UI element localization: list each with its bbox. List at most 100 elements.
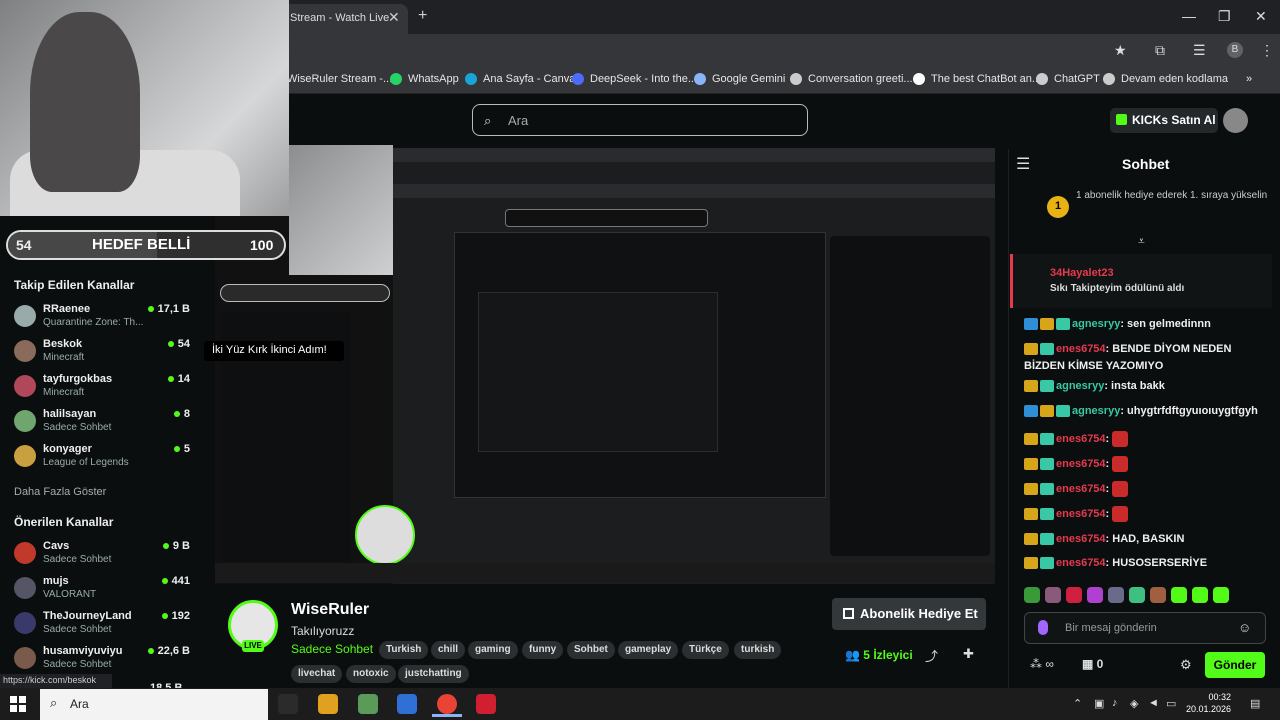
share-icon[interactable]: ⤴	[925, 646, 938, 665]
gift-icon	[843, 608, 854, 619]
emote-icon[interactable]	[1150, 587, 1166, 603]
tray-volume-icon[interactable]: ◄	[1148, 697, 1159, 709]
tray-device-icon[interactable]: ▣	[1094, 697, 1104, 710]
bookmark-item[interactable]: ChatGPT	[1036, 73, 1100, 85]
emote-icon[interactable]	[1066, 587, 1082, 603]
tag[interactable]: Türkçe	[682, 641, 729, 659]
chat-settings-icon[interactable]: ⚙	[1180, 657, 1192, 673]
emote-icon[interactable]	[1213, 587, 1229, 603]
channel-item[interactable]: Beskok Minecraft 54	[14, 338, 194, 372]
tag[interactable]: livechat	[291, 665, 343, 683]
tag[interactable]: notoxic	[346, 665, 396, 683]
bookmark-item[interactable]: Devam eden kodlama	[1103, 73, 1228, 85]
windows-start-icon[interactable]	[10, 696, 26, 712]
file-explorer-icon[interactable]	[318, 694, 338, 714]
media-control-icon[interactable]: ☰	[1193, 42, 1206, 59]
menu-icon[interactable]: ⋮	[1260, 42, 1274, 59]
taskbar-clock[interactable]: 00:32 20.01.2026	[1186, 691, 1231, 715]
tag[interactable]: chill	[431, 641, 466, 659]
channel-item[interactable]: TheJourneyLand Sadece Sohbet 192	[14, 610, 194, 644]
tag[interactable]: Turkish	[379, 641, 429, 659]
emote-icon[interactable]	[1024, 587, 1040, 603]
tag[interactable]: funny	[522, 641, 564, 659]
channel-item[interactable]: RRaenee Quarantine Zone: Th... 17,1 B	[14, 303, 194, 337]
chatgpt-icon	[1036, 73, 1048, 85]
channel-item[interactable]: konyager League of Legends 5	[14, 443, 194, 477]
follow-icon[interactable]: ✚	[963, 646, 974, 662]
tray-mic-icon[interactable]: ♪	[1112, 697, 1118, 709]
emote-icon[interactable]	[1171, 587, 1187, 603]
nested-screen-deep	[478, 292, 718, 452]
channel-item[interactable]: Cavs Sadece Sohbet 9 B	[14, 540, 194, 574]
emote-icon[interactable]	[1087, 587, 1103, 603]
show-more-link[interactable]: Daha Fazla Göster	[14, 486, 106, 498]
tag[interactable]: justchatting	[398, 665, 469, 683]
bookmark-item[interactable]: Google Gemini	[694, 73, 785, 85]
tag[interactable]: gameplay	[618, 641, 679, 659]
channel-item[interactable]: halilsayan Sadece Sohbet 8	[14, 408, 194, 442]
maximize-icon[interactable]: ❐	[1218, 8, 1231, 25]
recorder-icon[interactable]	[476, 694, 496, 714]
channel-item[interactable]: mujs VALORANT 441	[14, 575, 194, 609]
chat-username[interactable]: agnesryy	[1072, 405, 1120, 417]
kicks-chat-icon[interactable]: ⁂ ∞	[1030, 657, 1054, 671]
close-window-icon[interactable]: ✕	[1255, 8, 1267, 25]
profile-icon[interactable]: B	[1227, 42, 1243, 58]
new-tab-button[interactable]: +	[418, 7, 427, 25]
emote-icon[interactable]	[1129, 587, 1145, 603]
chat-username[interactable]: agnesryy	[1072, 318, 1120, 330]
chat-username[interactable]: enes6754	[1056, 508, 1106, 520]
tab-close-icon[interactable]: ✕	[388, 9, 400, 26]
emote-icon[interactable]	[1192, 587, 1208, 603]
streamer-name[interactable]: WiseRuler	[291, 601, 369, 619]
bookmark-item[interactable]: WiseRuler Stream -...	[287, 73, 392, 85]
bookmark-item[interactable]: Ana Sayfa - Canva	[465, 73, 575, 85]
send-button[interactable]: Gönder	[1205, 652, 1265, 678]
chat-username[interactable]: enes6754	[1056, 433, 1106, 445]
viewer-count-value: 14	[177, 373, 190, 385]
chat-input[interactable]: Bir mesaj gönderin	[1024, 612, 1266, 644]
app-icon[interactable]	[358, 694, 378, 714]
emote-icon[interactable]	[1045, 587, 1061, 603]
chat-username[interactable]: enes6754	[1056, 557, 1106, 569]
expand-pinned-icon[interactable]: ⩡	[1138, 234, 1145, 249]
bookmark-item[interactable]: The best ChatBot an...	[913, 73, 1041, 85]
chat-username[interactable]: enes6754	[1056, 533, 1106, 545]
taskbar-search[interactable]: Ara	[40, 689, 268, 720]
bookmark-item[interactable]: Conversation greeti...	[790, 73, 913, 85]
bookmark-item[interactable]: WhatsApp	[390, 73, 459, 85]
extensions-icon[interactable]: ⧉	[1155, 42, 1165, 59]
kicks-icon	[1116, 114, 1127, 125]
stream-category[interactable]: Sadece Sohbet	[291, 642, 373, 656]
minimize-icon[interactable]: —	[1182, 8, 1196, 24]
chat-username[interactable]: enes6754	[1056, 458, 1106, 470]
pinned-banner[interactable]: 1 abonelik hediye ederek 1. sıraya yükse…	[1076, 190, 1276, 202]
tag[interactable]: Sohbet	[567, 641, 615, 659]
microphone-icon	[1038, 620, 1048, 635]
bookmark-star-icon[interactable]: ★	[1114, 42, 1127, 59]
chat-username[interactable]: enes6754	[1056, 343, 1106, 355]
collapse-chat-icon[interactable]: ☰	[1016, 154, 1030, 174]
tray-battery-icon[interactable]: ▭	[1166, 697, 1176, 710]
store-icon[interactable]	[397, 694, 417, 714]
tray-network-icon[interactable]: ◈	[1130, 697, 1138, 710]
search-input[interactable]: Ara	[472, 104, 808, 136]
tray-chevron-icon[interactable]: ⌃	[1073, 697, 1082, 710]
tag[interactable]: gaming	[468, 641, 518, 659]
reward-user[interactable]: 34Hayalet23	[1050, 267, 1114, 279]
store-counter[interactable]: ▦ 0	[1082, 657, 1103, 671]
tag[interactable]: turkish	[734, 641, 782, 659]
notification-icon[interactable]: ▤	[1250, 697, 1260, 710]
chat-username[interactable]: enes6754	[1056, 483, 1106, 495]
emoji-icon[interactable]: ☺	[1238, 620, 1251, 635]
bookmarks-overflow-icon[interactable]: »	[1246, 73, 1252, 85]
user-avatar[interactable]	[1223, 108, 1248, 133]
channel-viewers: 8	[173, 408, 190, 420]
gift-subscription-button[interactable]: Abonelik Hediye Et	[832, 598, 986, 630]
chrome-icon[interactable]	[437, 694, 457, 714]
channel-item[interactable]: tayfurgokbas Minecraft 14	[14, 373, 194, 407]
task-view-icon[interactable]	[278, 694, 298, 714]
chat-username[interactable]: agnesryy	[1056, 380, 1104, 392]
bookmark-item[interactable]: DeepSeek - Into the...	[572, 73, 697, 85]
emote-icon[interactable]	[1108, 587, 1124, 603]
